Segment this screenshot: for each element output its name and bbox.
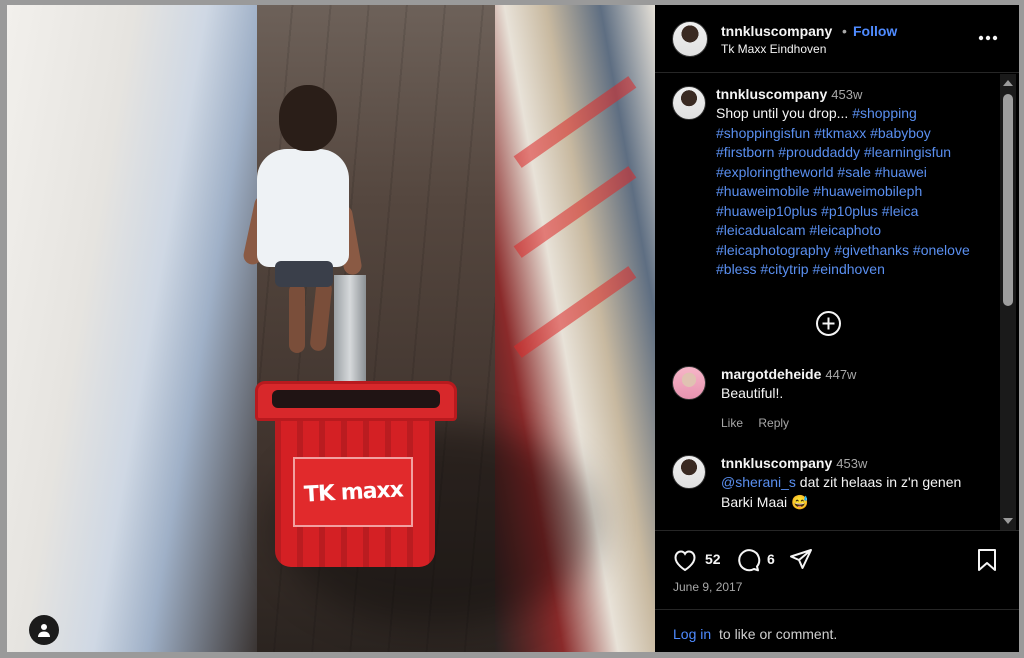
instagram-post-window: TK maxx tnnkluscompany • Follow Tk Maxx …	[0, 0, 1024, 658]
follow-button[interactable]: Follow	[853, 23, 897, 39]
caption-time: 453w	[831, 87, 863, 102]
photo-child	[241, 85, 367, 385]
comment-count: 6	[767, 551, 775, 567]
caption-body: Shop until you drop...	[716, 105, 853, 121]
caption-username[interactable]: tnnkluscompany	[716, 86, 827, 102]
comments-list: tnnkluscompany 453w Shop until you drop..…	[655, 74, 1019, 530]
photo-shopping-basket: TK maxx	[255, 381, 457, 571]
header-separator-dot: •	[842, 23, 847, 39]
caption-hashtags[interactable]: #shopping #shoppingisfun #tkmaxx #babybo…	[716, 105, 970, 277]
post-header: tnnkluscompany • Follow Tk Maxx Eindhove…	[655, 5, 1019, 73]
scroll-down-arrow-icon[interactable]	[1003, 518, 1013, 524]
comment-username[interactable]: margotdeheide	[721, 366, 821, 382]
comment-reply-button[interactable]: Reply	[758, 416, 789, 430]
author-username[interactable]: tnnkluscompany	[721, 23, 832, 39]
comment-icon[interactable]	[735, 547, 761, 573]
scrollbar-thumb[interactable]	[1003, 94, 1013, 306]
like-count: 52	[705, 551, 721, 567]
comment-like-button[interactable]: Like	[721, 416, 743, 430]
comment-time: 447w	[825, 367, 857, 382]
caption-text: Shop until you drop... #shopping #shoppi…	[716, 104, 991, 280]
comment-username[interactable]: tnnkluscompany	[721, 455, 832, 471]
more-options-icon[interactable]	[977, 27, 999, 49]
post-location[interactable]: Tk Maxx Eindhoven	[721, 42, 826, 56]
bookmark-icon[interactable]	[975, 547, 999, 573]
caption-author-avatar[interactable]	[672, 86, 706, 120]
comment-time: 453w	[836, 456, 868, 471]
share-icon[interactable]	[788, 547, 814, 573]
heart-icon[interactable]	[672, 547, 698, 573]
login-prompt-text: to like or comment.	[719, 626, 838, 642]
post-actions-bar: 52 6 June 9, 2017 Log in to like or comm…	[655, 530, 1019, 652]
comment-mention[interactable]: @sherani_s	[721, 474, 796, 490]
login-link[interactable]: Log in	[673, 626, 711, 642]
comment-text: @sherani_s dat zit helaas in z'n genen B…	[721, 473, 991, 512]
post-date: June 9, 2017	[673, 580, 743, 594]
basket-logo: TK maxx	[293, 457, 413, 527]
photo-clothing-rack-left	[7, 5, 257, 652]
author-avatar[interactable]	[672, 21, 708, 57]
login-prompt: Log in to like or comment.	[655, 609, 1019, 653]
comment-text: Beautiful!.	[721, 385, 784, 401]
post-side-panel: tnnkluscompany • Follow Tk Maxx Eindhove…	[655, 5, 1019, 652]
commenter-avatar[interactable]	[672, 455, 706, 489]
scroll-up-arrow-icon[interactable]	[1003, 80, 1013, 86]
commenter-avatar[interactable]	[672, 366, 706, 400]
tagged-user-icon[interactable]	[29, 615, 59, 645]
basket-logo-text: TK maxx	[302, 476, 404, 508]
load-more-comments-icon[interactable]	[815, 310, 842, 337]
post-photo[interactable]: TK maxx	[7, 5, 655, 652]
comments-scrollbar[interactable]	[1000, 74, 1016, 530]
